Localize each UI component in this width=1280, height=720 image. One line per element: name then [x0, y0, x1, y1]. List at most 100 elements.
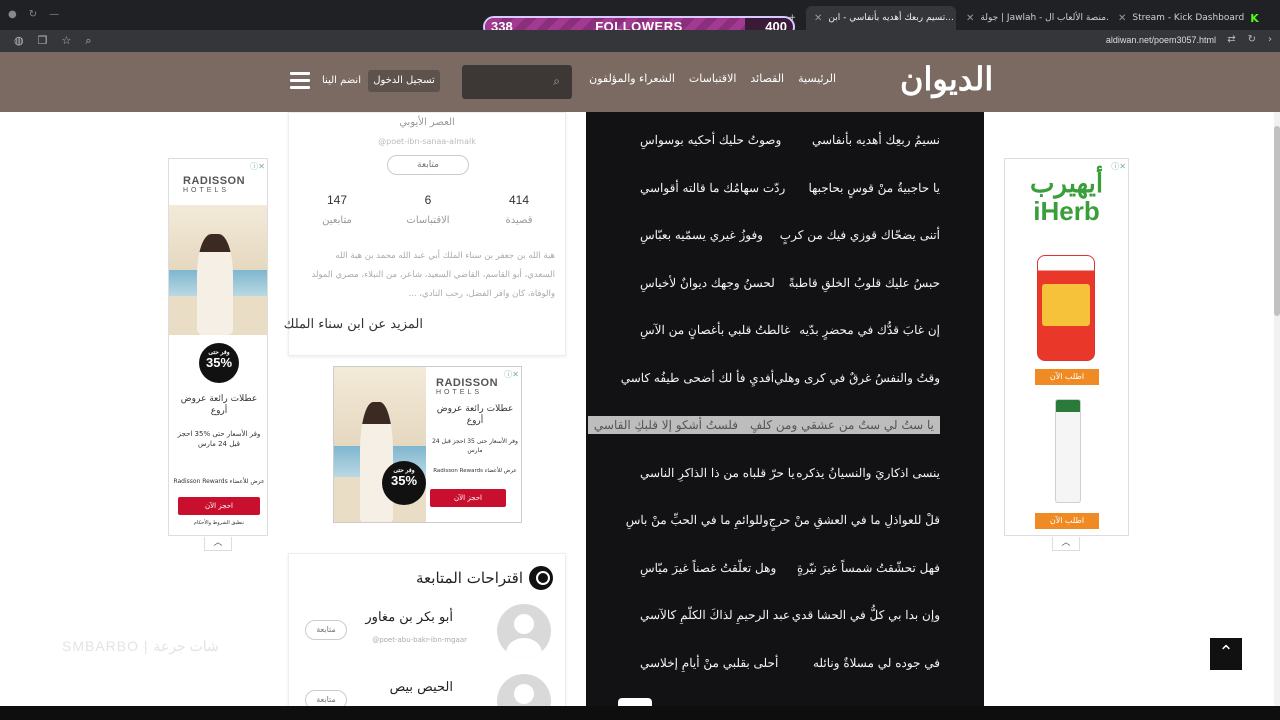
- poem-verse: أتنى يضحّاك قوزي فيك من كربٍ وفوزُ غيري ي…: [586, 211, 984, 259]
- login-button[interactable]: تسجيل الدخول: [368, 70, 440, 92]
- ad-info-icon[interactable]: ⓘ✕: [504, 369, 519, 380]
- close-icon[interactable]: ✕: [1118, 13, 1126, 24]
- stat-poems[interactable]: 414 قصيدة: [479, 193, 559, 226]
- ad-detail: وفر الأسعار حتى %35 احجز قبل 24 مارس: [177, 430, 261, 448]
- site-logo[interactable]: الديوان: [900, 60, 993, 98]
- scrollbar-thumb[interactable]: [1274, 126, 1280, 316]
- verse-first-hemistich: وإن بدا بي كلُّ في الحشا قدي: [791, 608, 940, 622]
- tab-jawlah[interactable]: ✕ جولة | Jawlah - منصة الألعاب ال...: [958, 6, 1108, 30]
- minimize-icon[interactable]: —: [49, 9, 59, 20]
- stat-followers[interactable]: 147 متابعين: [297, 193, 377, 226]
- podcast-icon: [529, 566, 553, 590]
- verse-first-hemistich: قلْ للعواذلِ ما في العشقِ منْ حرجٍ: [768, 513, 940, 527]
- ad-footer: عرض للأعضاء Radisson Rewards: [173, 478, 265, 485]
- stat-quotes[interactable]: 6 الاقتباسات: [388, 193, 468, 226]
- verse-second-hemistich: غالطتُ قلبي بأغصانٍ من الآسِ: [640, 323, 791, 337]
- tab-poem[interactable]: ✕ تسيم ربعك أهديه بأنفاسي - ابن...: [806, 6, 956, 30]
- ad-iherb-right[interactable]: ⓘ✕ أيهيرب iHerb اطلب الآن اطلب الآن: [1004, 158, 1129, 536]
- ad-collapse-button[interactable]: ︿: [1052, 537, 1080, 551]
- copy-icon[interactable]: ❐: [38, 34, 48, 48]
- reload-icon[interactable]: ↻: [1248, 34, 1256, 45]
- nav-poets[interactable]: الشعراء والمؤلفون: [589, 72, 675, 85]
- ad-cta-button[interactable]: احجز الآن: [178, 497, 260, 515]
- ad-brand: RADISSON HOTELS: [436, 377, 499, 396]
- toothpaste-image: [1055, 399, 1081, 503]
- verse-second-hemistich: فلستُ أشكو إلا قلبكِ القاسي: [587, 416, 744, 434]
- tab-kick[interactable]: ✕ Stream - Kick Dashboard K: [1110, 6, 1260, 30]
- avatar[interactable]: [497, 604, 551, 658]
- search-icon[interactable]: ⌕: [553, 74, 560, 89]
- scroll-to-top-button[interactable]: ⌃: [1210, 638, 1242, 670]
- poem-verse: يا ستُ لي ستٌ من عشقي ومن كلفٍ فلستُ أشكو…: [586, 401, 984, 449]
- suggestion-name[interactable]: أبو بكر بن مغاور: [365, 610, 453, 625]
- follow-button[interactable]: متابعة: [305, 620, 347, 640]
- poem-verse: يا حاجبيةُ منْ قوسٍ بحاجبها ردّت سهامُك م…: [586, 164, 984, 212]
- menu-icon[interactable]: ●: [8, 9, 17, 20]
- poet-bio: هبة الله بن جعفر بن سناء الملك أبي عبد ا…: [311, 251, 555, 299]
- page-scrollbar[interactable]: [1274, 112, 1280, 720]
- tab-label: جولة | Jawlah - منصة الألعاب ال...: [980, 13, 1108, 23]
- ad-detail: وفر الأسعار حتى 35 احجز قبل 24 مارس: [432, 438, 518, 454]
- verse-first-hemistich: إن غابَ قدُّك في محضرٍ بدّيه: [799, 323, 940, 337]
- poet-era: العصر الأيوبي: [399, 117, 455, 128]
- tab-label: تسيم ربعك أهديه بأنفاسي - ابن...: [828, 13, 954, 23]
- poem-verse: ينسى اذكاريَ والنسيانُ يذكره يا حرّ قلباه…: [586, 449, 984, 497]
- refresh-icon[interactable]: ↻: [29, 9, 37, 20]
- suggestions-header: اقتراحات المتابعة: [416, 566, 553, 590]
- poem-verse: إن غابَ قدُّك في محضرٍ بدّيه غالطتُ قلبي …: [586, 306, 984, 354]
- poem-verse: وإن بدا بي كلُّ في الحشا قدي عبد الرحيمِ …: [586, 591, 984, 639]
- nav-home[interactable]: الرئيسية: [798, 72, 836, 85]
- ad-discount-badge: وفر حتى 35%: [199, 343, 239, 383]
- poet-more-link[interactable]: المزيد عن ابن سناء الملك: [284, 317, 423, 332]
- nav-quotes[interactable]: الاقتباسات: [689, 72, 737, 85]
- ad-info-icon[interactable]: ⓘ✕: [250, 161, 265, 172]
- ad-radisson-middle[interactable]: ⓘ✕ RADISSON HOTELS عطلات رائعة عروض أروع …: [333, 366, 522, 523]
- join-button[interactable]: انضم الينا: [322, 70, 361, 92]
- close-icon[interactable]: ✕: [966, 13, 974, 24]
- verse-second-hemistich: أحلى بقلبي منْ أيامِ إخلاسي: [640, 655, 779, 670]
- verse-first-hemistich: حبسُ عليك قلوبُ الخلقِ قاطبةً: [788, 275, 940, 290]
- ad-collapse-button[interactable]: ︿: [204, 537, 232, 551]
- settings-icon[interactable]: ⇄: [1227, 34, 1235, 45]
- nav-controls: ◍ ❐ ☆ ⌕: [14, 34, 92, 48]
- poet-card: العصر الأيوبي @poet-ibn-sanaa-almalk متا…: [284, 112, 566, 356]
- suggestion-item[interactable]: أبو بكر بن مغاور @poet-abu-bakr-ibn-mgaa…: [289, 604, 565, 664]
- ad-cta-button[interactable]: احجز الآن: [430, 489, 506, 507]
- star-icon[interactable]: ☆: [61, 34, 71, 48]
- ad-cta-button[interactable]: اطلب الآن: [1035, 513, 1099, 529]
- supplement-bottle-image: [1037, 255, 1095, 361]
- stream-watermark: SMBARBO | شات جرعة: [62, 638, 219, 654]
- poem-panel: في جوده لي مسلاةٌ ونائله أحلى بقلبي منْ أ…: [586, 112, 984, 720]
- verse-second-hemistich: وهل تعلّقتُ غصناً غيرَ ميّاسِ: [640, 560, 777, 575]
- zoom-icon[interactable]: ⌕: [85, 34, 91, 48]
- verse-second-hemistich: وصوتُ حليك أحكيه بوسواسِ: [640, 133, 782, 147]
- ad-headline: عطلات رائعة عروض أروع: [180, 394, 258, 416]
- hamburger-menu-icon[interactable]: [290, 72, 310, 90]
- poem-verse: نسيمُ ربعِك أهديه بأنفاسي وصوتُ حليك أحكي…: [586, 116, 984, 164]
- address-bar: ◍ ❐ ☆ ⌕ aldiwan.net/poem3057.html ⇄ ↻ ›: [0, 30, 1280, 52]
- ad-photo: [169, 205, 267, 335]
- poem-verse: فهل تحشّقتُ شمساً غيرَ نيّرةٍ وهل تعلّقتُ…: [586, 544, 984, 592]
- poet-handle: @poet-ibn-sanaa-almalk: [378, 137, 476, 146]
- forward-icon[interactable]: ›: [1268, 34, 1272, 45]
- close-icon[interactable]: ✕: [814, 13, 822, 24]
- url-field[interactable]: aldiwan.net/poem3057.html: [1106, 35, 1216, 45]
- poem-verse: وقتُ والنفسُ غرقٌ في كرى وهلي أفديِ فأ لك…: [586, 354, 984, 402]
- poem-verse: في جوده لي مسلاةٌ ونائله أحلى بقلبي منْ أ…: [586, 639, 984, 687]
- verse-first-hemistich: ينسى اذكاريَ والنسيانُ يذكره: [796, 465, 940, 480]
- globe-icon[interactable]: ◍: [14, 34, 24, 48]
- verse-first-hemistich: في جوده لي مسلاةٌ ونائله: [812, 655, 940, 670]
- search-input[interactable]: ⌕: [462, 65, 572, 99]
- verse-second-hemistich: وللوائمِ ما في الحبِّ منْ باسِ: [625, 513, 769, 527]
- suggestion-name[interactable]: الحيص بيص: [390, 680, 453, 695]
- verse-second-hemistich: وفوزُ غيري يسمّيه بعبّاسِ: [640, 228, 763, 242]
- suggestion-handle: @poet-abu-bakr-ibn-mgaar: [372, 636, 467, 644]
- screen-bottom-edge: [0, 706, 1280, 720]
- follow-button[interactable]: متابعة: [387, 155, 469, 175]
- poem-verse: حبسُ عليك قلوبُ الخلقِ قاطبةً لحسنُ وجهك …: [586, 259, 984, 307]
- ad-footer: عرض للأعضاء Radisson Rewards: [433, 468, 517, 474]
- ad-cta-button[interactable]: اطلب الآن: [1035, 369, 1099, 385]
- ad-brand: RADISSON HOTELS: [183, 175, 246, 194]
- ad-radisson-left[interactable]: ⓘ✕ RADISSON HOTELS وفر حتى 35% عطلات رائعة…: [168, 158, 268, 536]
- nav-poems[interactable]: القصائد: [750, 72, 784, 85]
